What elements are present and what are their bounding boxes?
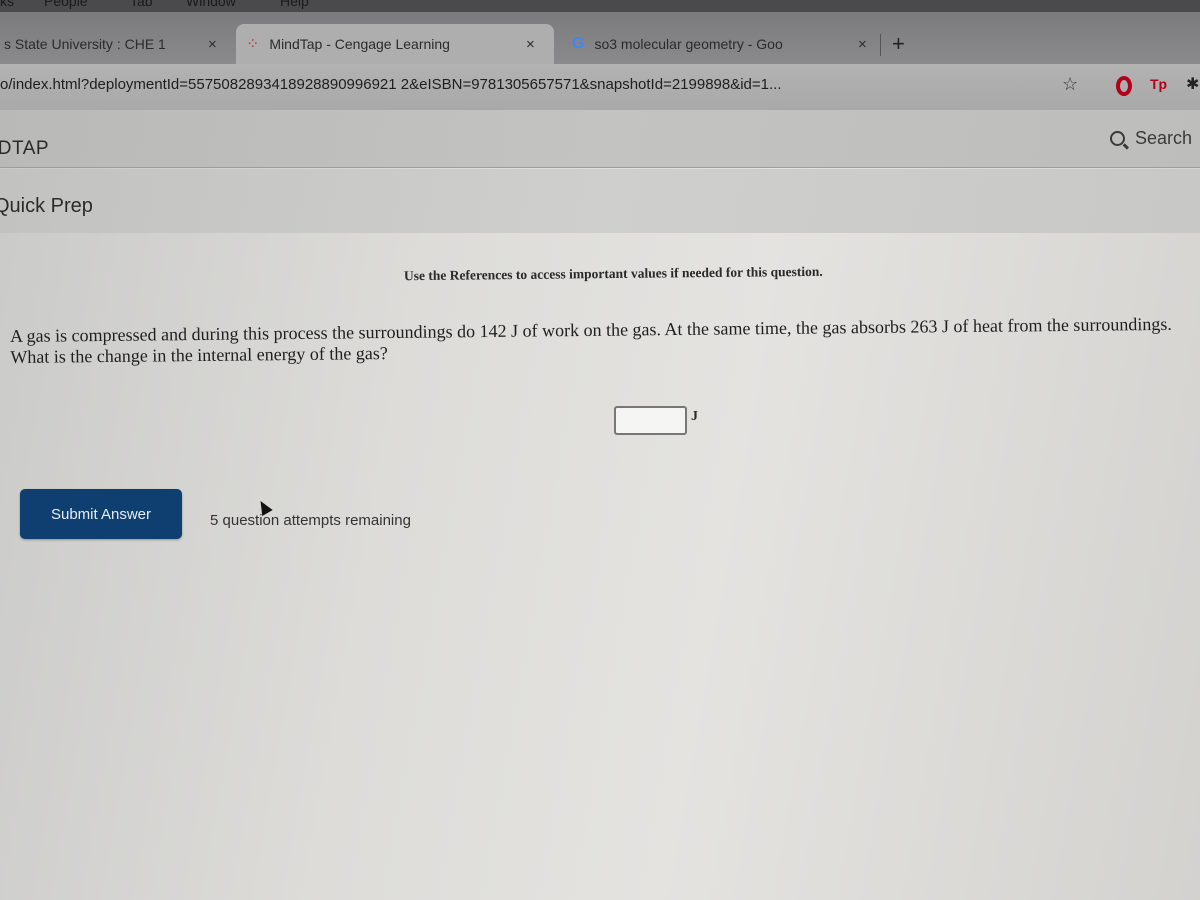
app-brand[interactable]: IDTAP <box>0 138 49 160</box>
close-tab-icon[interactable]: × <box>208 36 217 53</box>
menu-item-bookmarks[interactable]: ks <box>0 0 14 9</box>
mindtap-logo-icon: ⁘ <box>246 36 260 53</box>
bookmark-star-icon[interactable]: ☆ <box>1062 74 1078 95</box>
answer-unit: J <box>691 409 698 424</box>
answer-input[interactable] <box>614 406 687 435</box>
close-tab-icon[interactable]: × <box>858 36 867 53</box>
menu-item-help[interactable]: Help <box>280 0 309 9</box>
google-g-icon: G <box>572 35 585 52</box>
tab-google-search[interactable]: G so3 molecular geometry - Goo × <box>562 24 882 64</box>
search-button[interactable]: Search <box>1110 128 1192 149</box>
new-tab-button[interactable]: + <box>892 33 905 55</box>
menu-item-tab[interactable]: Tab <box>130 0 153 9</box>
menu-item-window[interactable]: Window <box>186 0 236 9</box>
section-title: Quick Prep <box>0 195 93 217</box>
search-icon <box>1110 131 1125 146</box>
answer-row: J <box>614 406 698 435</box>
search-label: Search <box>1135 128 1193 148</box>
browser-toolbar: o/index.html?deploymentId=55750828934189… <box>0 64 1200 110</box>
close-tab-icon[interactable]: × <box>526 36 535 53</box>
references-note: Use the References to access important v… <box>403 263 823 284</box>
puzzle-icon[interactable]: ✱ <box>1186 74 1199 94</box>
tab-title: MindTap - Cengage Learning <box>269 36 450 52</box>
tab-title: s State University : CHE 1 <box>4 36 166 52</box>
address-bar[interactable]: o/index.html?deploymentId=55750828934189… <box>0 76 782 93</box>
browser-tab-strip: s State University : CHE 1 × ⁘ MindTap -… <box>0 12 1200 64</box>
tab-state-university[interactable]: s State University : CHE 1 × <box>0 24 230 64</box>
tab-separator <box>880 34 881 56</box>
tab-mindtap[interactable]: ⁘ MindTap - Cengage Learning × <box>236 24 554 64</box>
app-header: IDTAP Search <box>0 110 1200 168</box>
submit-answer-button[interactable]: Submit Answer <box>20 489 182 539</box>
tp-icon[interactable]: Tp <box>1150 76 1167 92</box>
question-text: A gas is compressed and during this proc… <box>10 313 1172 367</box>
section-header: Quick Prep <box>0 169 1200 233</box>
menu-item-people[interactable]: People <box>44 0 88 9</box>
tab-title: so3 molecular geometry - Goo <box>594 36 783 52</box>
opera-icon[interactable] <box>1116 76 1132 96</box>
os-menu-bar: ks People Tab Window Help <box>0 0 1200 12</box>
attempts-remaining: 5 question attempts remaining <box>210 512 411 529</box>
